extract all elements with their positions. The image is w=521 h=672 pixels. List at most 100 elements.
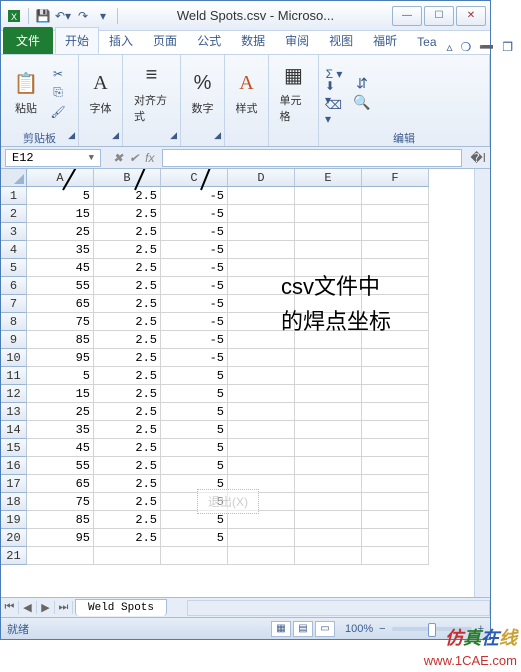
sheet-nav-prev-icon[interactable]: ◀ — [19, 601, 37, 614]
copy-icon[interactable]: ⎘ — [49, 85, 67, 101]
styles-button[interactable]: A 样式 — [228, 68, 266, 118]
cell[interactable]: 85 — [27, 331, 94, 349]
cell[interactable]: 5 — [161, 385, 228, 403]
sheet-nav-first-icon[interactable]: ⏮ — [1, 601, 19, 614]
cell[interactable] — [362, 223, 429, 241]
chevron-down-icon[interactable]: ▼ — [89, 153, 94, 163]
tab-team[interactable]: Tea — [407, 30, 446, 54]
minimize-button[interactable]: — — [392, 6, 422, 26]
cell[interactable]: -5 — [161, 277, 228, 295]
cell[interactable]: 65 — [27, 475, 94, 493]
font-button[interactable]: A 字体 — [82, 68, 120, 118]
cell[interactable]: 2.5 — [94, 493, 161, 511]
cell[interactable]: -5 — [161, 349, 228, 367]
qat-dropdown-icon[interactable]: ▾ — [94, 7, 112, 25]
cell[interactable]: -5 — [161, 223, 228, 241]
row-header[interactable]: 21 — [1, 547, 27, 565]
row-header[interactable]: 12 — [1, 385, 27, 403]
column-header[interactable]: E — [295, 169, 362, 187]
tab-review[interactable]: 审阅 — [275, 27, 319, 54]
clear-icon[interactable]: ⌫ ▾ — [325, 104, 343, 120]
row-header[interactable]: 17 — [1, 475, 27, 493]
undo-icon[interactable]: ↶▾ — [54, 7, 72, 25]
cell[interactable]: 2.5 — [94, 511, 161, 529]
cell[interactable] — [362, 385, 429, 403]
cell[interactable] — [362, 367, 429, 385]
row-header[interactable]: 8 — [1, 313, 27, 331]
row-header[interactable]: 9 — [1, 331, 27, 349]
cell[interactable] — [228, 349, 295, 367]
row-header[interactable]: 14 — [1, 421, 27, 439]
cell[interactable] — [362, 241, 429, 259]
cell[interactable]: 2.5 — [94, 457, 161, 475]
cell[interactable] — [362, 457, 429, 475]
tab-foxit[interactable]: 福昕 — [363, 27, 407, 54]
cell[interactable]: -5 — [161, 313, 228, 331]
cell[interactable] — [295, 223, 362, 241]
mdi-minimize-icon[interactable]: ➖ — [479, 40, 494, 54]
cell[interactable]: 5 — [161, 457, 228, 475]
view-pagebreak-icon[interactable]: ▭ — [315, 621, 335, 637]
cell[interactable] — [295, 511, 362, 529]
cell[interactable] — [362, 349, 429, 367]
paste-button[interactable]: 📋 粘贴 — [7, 68, 45, 118]
cell[interactable]: 2.5 — [94, 223, 161, 241]
cell[interactable] — [295, 529, 362, 547]
cell[interactable] — [228, 187, 295, 205]
cell[interactable]: 35 — [27, 421, 94, 439]
cell[interactable] — [295, 457, 362, 475]
cell[interactable] — [228, 439, 295, 457]
cell[interactable]: 2.5 — [94, 475, 161, 493]
row-header[interactable]: 10 — [1, 349, 27, 367]
cell[interactable]: 45 — [27, 439, 94, 457]
cell[interactable]: 2.5 — [94, 385, 161, 403]
cell[interactable] — [228, 385, 295, 403]
help-icon[interactable]: ❍ — [461, 40, 472, 54]
dialog-launcher-icon[interactable]: ◢ — [68, 130, 75, 141]
cell[interactable]: 2.5 — [94, 403, 161, 421]
cell[interactable]: 5 — [161, 529, 228, 547]
cell[interactable]: 5 — [27, 367, 94, 385]
column-header[interactable]: F — [362, 169, 429, 187]
row-header[interactable]: 6 — [1, 277, 27, 295]
fx-icon[interactable]: fx — [145, 151, 154, 165]
dialog-launcher-icon[interactable]: ◢ — [112, 130, 119, 141]
cell[interactable] — [362, 511, 429, 529]
row-header[interactable]: 3 — [1, 223, 27, 241]
redo-icon[interactable]: ↷ — [74, 7, 92, 25]
cell[interactable] — [362, 529, 429, 547]
tab-insert[interactable]: 插入 — [99, 27, 143, 54]
sort-icon[interactable]: ⇵ — [353, 75, 371, 91]
cell[interactable] — [295, 493, 362, 511]
cell[interactable]: 95 — [27, 349, 94, 367]
cell[interactable] — [228, 241, 295, 259]
cell[interactable] — [295, 403, 362, 421]
column-header[interactable]: B — [94, 169, 161, 187]
view-layout-icon[interactable]: ▤ — [293, 621, 313, 637]
cell[interactable]: 5 — [161, 439, 228, 457]
cell[interactable]: -5 — [161, 295, 228, 313]
dialog-launcher-icon[interactable]: ◢ — [170, 130, 177, 141]
cell[interactable] — [362, 493, 429, 511]
cell[interactable]: 2.5 — [94, 529, 161, 547]
close-button[interactable]: ✕ — [456, 6, 486, 26]
cell[interactable]: 5 — [161, 367, 228, 385]
format-painter-icon[interactable]: 🖌 — [49, 104, 67, 120]
cell[interactable]: 55 — [27, 457, 94, 475]
cell[interactable]: -5 — [161, 205, 228, 223]
cell[interactable]: 25 — [27, 223, 94, 241]
cut-icon[interactable]: ✂ — [49, 66, 67, 82]
cells-button[interactable]: ▦ 单元格 — [275, 60, 313, 126]
cell[interactable]: -5 — [161, 187, 228, 205]
cell[interactable]: 95 — [27, 529, 94, 547]
cell[interactable] — [295, 367, 362, 385]
cell[interactable] — [228, 457, 295, 475]
cell[interactable]: 2.5 — [94, 421, 161, 439]
tab-data[interactable]: 数据 — [231, 27, 275, 54]
number-button[interactable]: % 数字 — [184, 68, 222, 118]
cell[interactable]: 55 — [27, 277, 94, 295]
cell[interactable]: 15 — [27, 205, 94, 223]
tab-view[interactable]: 视图 — [319, 27, 363, 54]
cell[interactable]: 2.5 — [94, 295, 161, 313]
cell[interactable]: 2.5 — [94, 241, 161, 259]
